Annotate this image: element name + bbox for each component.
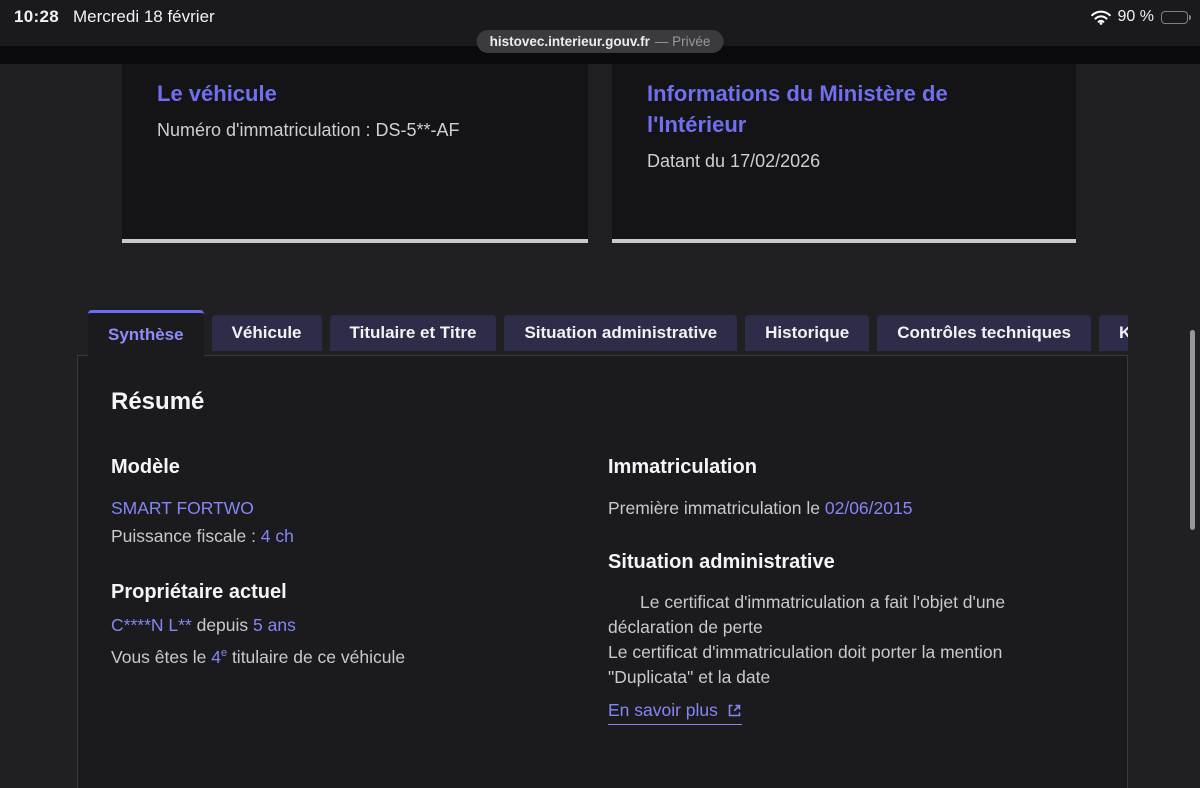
screen: 10:28 Mercredi 18 février 90 % histovec.…: [0, 0, 1200, 788]
private-browsing-label: — Privée: [654, 34, 711, 49]
summary-cards: Le véhicule Numéro d'immatriculation : D…: [122, 64, 1076, 243]
fiscal-power-label: Puissance fiscale :: [111, 526, 261, 546]
status-bar-left: 10:28 Mercredi 18 février: [14, 7, 215, 27]
right-column: Immatriculation Première immatriculation…: [608, 442, 1091, 725]
battery-percent: 90 %: [1117, 8, 1154, 25]
owner-name: C****N L**: [111, 615, 192, 635]
tab-situation-administrative[interactable]: Situation administrative: [504, 315, 738, 351]
tab-titulaire-et-titre[interactable]: Titulaire et Titre: [329, 315, 497, 351]
admin-status-line2: Le certificat d'immatriculation doit por…: [608, 642, 1003, 687]
ministry-card-title: Informations du Ministère de l'Intérieur: [647, 81, 948, 137]
wifi-icon: [1090, 10, 1111, 25]
holder-rank: 4e: [211, 646, 228, 667]
vehicle-card: Le véhicule Numéro d'immatriculation : D…: [122, 64, 588, 243]
battery-icon: [1161, 10, 1191, 24]
status-bar-right: 90 %: [1090, 8, 1191, 26]
model-name: SMART FORTWO: [111, 498, 254, 518]
tab-kilometrage[interactable]: Kil: [1099, 315, 1128, 351]
fiscal-power-line: Puissance fiscale : 4 ch: [111, 523, 594, 549]
first-registration-date: 02/06/2015: [824, 498, 913, 518]
synthese-panel: Résumé Modèle SMART FORTWO Puissance fis…: [77, 355, 1128, 788]
model-heading: Modèle: [111, 456, 180, 478]
left-column: Modèle SMART FORTWO Puissance fiscale : …: [111, 442, 594, 725]
tab-historique[interactable]: Historique: [745, 315, 870, 351]
learn-more-link[interactable]: En savoir plus: [608, 700, 742, 725]
owner-heading: Propriétaire actuel: [111, 581, 287, 603]
registration-heading: Immatriculation: [608, 456, 757, 478]
tab-bar: Synthèse Véhicule Titulaire et Titre Sit…: [88, 310, 1128, 356]
page-title: Résumé: [111, 388, 205, 415]
owner-since-label: depuis: [191, 615, 254, 635]
tab-synthese[interactable]: Synthèse: [88, 310, 204, 356]
holder-line: Vous êtes le 4e titulaire de ce véhicule: [111, 640, 594, 670]
tab-controles-techniques[interactable]: Contrôles techniques: [877, 315, 1092, 351]
tab-vehicule[interactable]: Véhicule: [211, 315, 322, 351]
vertical-scrollbar[interactable]: [1190, 330, 1195, 530]
browser-toolbar: 10:28 Mercredi 18 février 90 % histovec.…: [0, 0, 1200, 53]
address-bar[interactable]: histovec.interieur.gouv.fr — Privée: [476, 30, 724, 53]
fiscal-power-value: 4 ch: [260, 526, 294, 546]
vehicle-card-body: Numéro d'immatriculation : DS-5**-AF: [157, 120, 460, 140]
first-registration-label: Première immatriculation le: [608, 498, 825, 518]
ministry-card: Informations du Ministère de l'Intérieur…: [612, 64, 1076, 243]
external-link-icon: [728, 704, 741, 717]
summary-columns: Modèle SMART FORTWO Puissance fiscale : …: [111, 442, 1091, 725]
owner-line: C****N L** depuis 5 ans: [111, 612, 594, 638]
admin-status-line1: Le certificat d'immatriculation a fait l…: [608, 592, 1006, 637]
first-registration-line: Première immatriculation le 02/06/2015: [608, 495, 1091, 521]
address-bar-url: histovec.interieur.gouv.fr: [489, 34, 650, 49]
ministry-card-body: Datant du 17/02/2026: [647, 151, 821, 171]
holder-prefix: Vous êtes le: [111, 646, 212, 667]
owner-since-value: 5 ans: [253, 615, 296, 635]
admin-status-heading: Situation administrative: [608, 551, 835, 573]
holder-suffix: titulaire de ce véhicule: [227, 646, 406, 667]
learn-more-label: En savoir plus: [608, 700, 718, 720]
clock: 10:28: [14, 7, 59, 26]
vehicle-card-title: Le véhicule: [157, 81, 277, 106]
date: Mercredi 18 février: [72, 7, 215, 26]
